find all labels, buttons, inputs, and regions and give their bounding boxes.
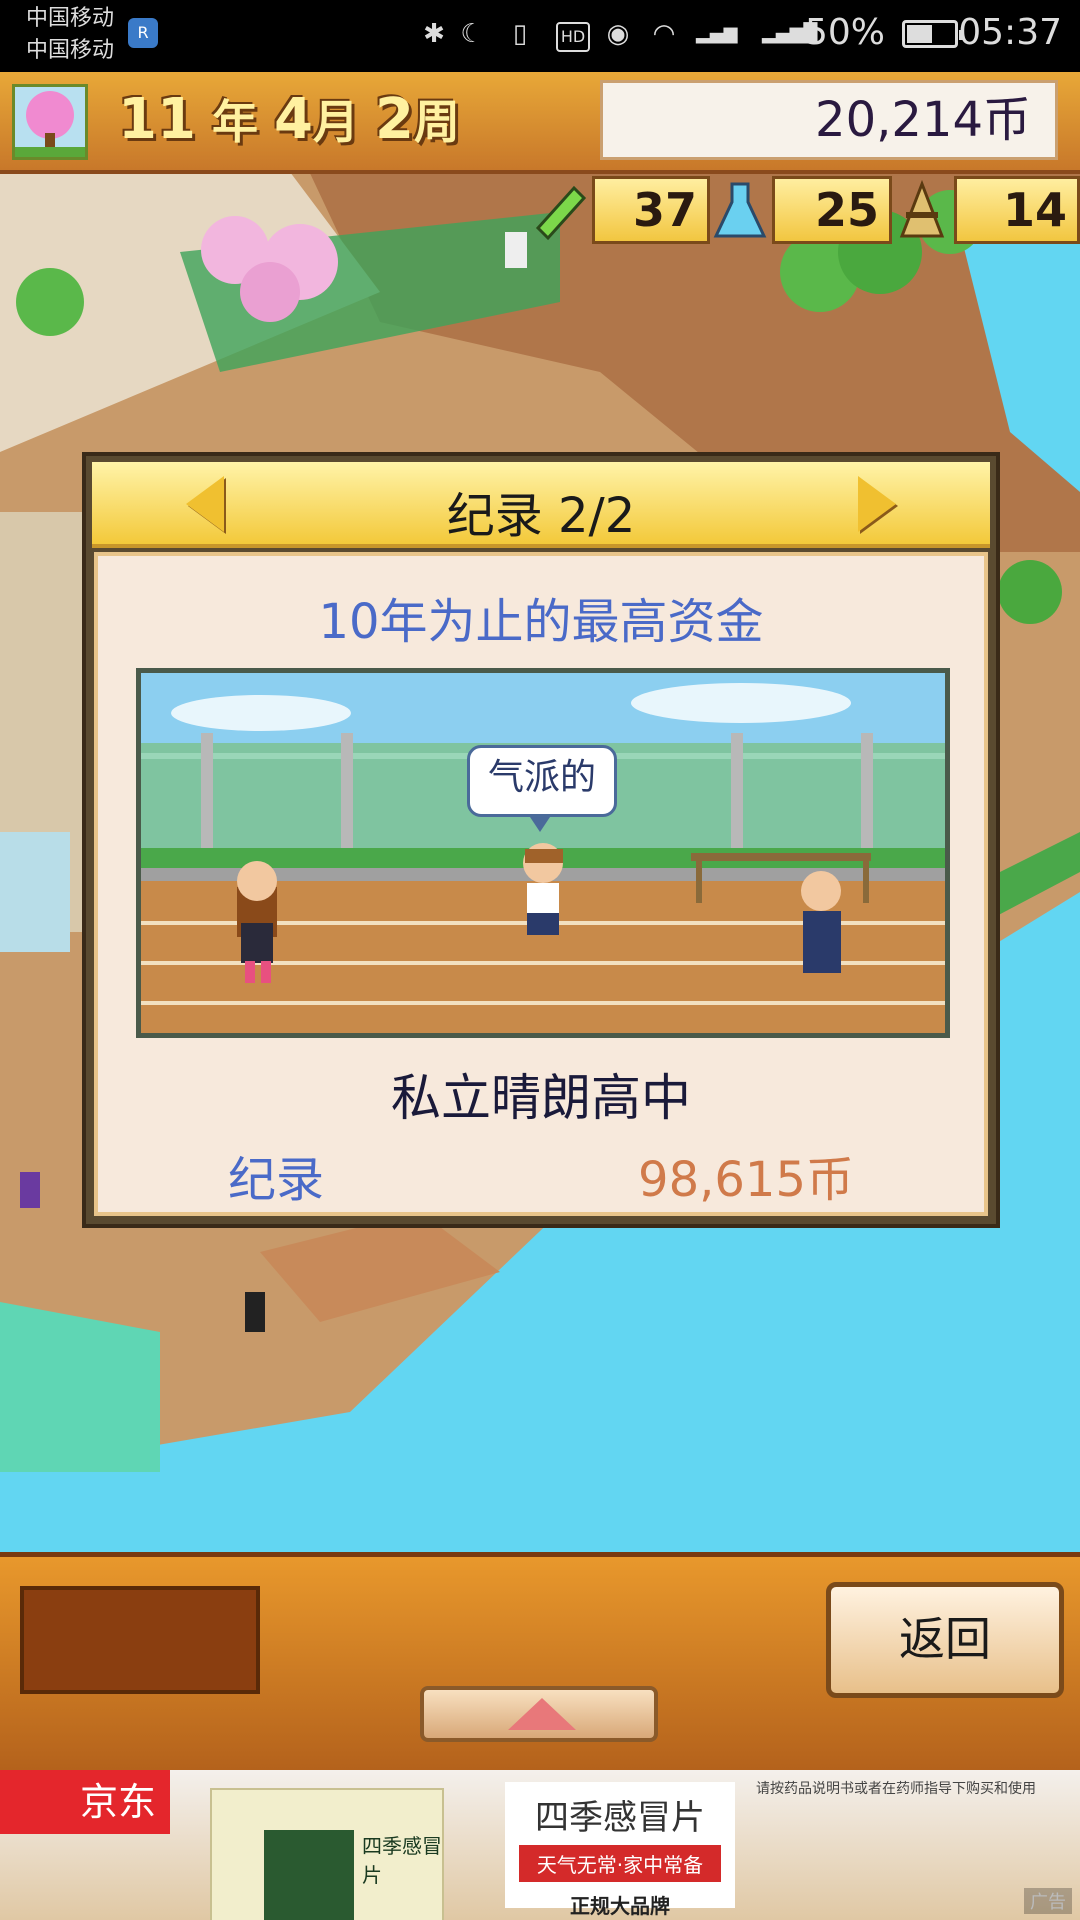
battery-fill — [907, 25, 932, 43]
speech-bubble: 气派的 — [467, 745, 617, 832]
cherry-tree-icon — [15, 91, 85, 157]
status-bar: 中国移动 中国移动 R ✱ ☾ ▯ HD ◉ ◠ ▂▄▆ ▂▄▆█ 50% 05… — [0, 0, 1080, 72]
year-label: 年 — [211, 95, 258, 149]
season-tree-icon — [12, 84, 88, 160]
wifi-icon: ◠ — [652, 19, 676, 49]
stat-cone-value: 14 — [954, 176, 1080, 244]
record-label: 纪录 — [228, 1152, 325, 1208]
resource-stats: 37 25 14 — [530, 176, 1080, 246]
year-value: 11 — [118, 87, 196, 152]
ad-product-box-title: 四季感冒片 — [362, 1834, 442, 1887]
vibrate-icon: ▯ — [512, 19, 528, 49]
eye-icon: ◉ — [606, 19, 630, 49]
scene-artwork — [141, 673, 945, 1033]
pencil-icon — [530, 178, 590, 242]
dialog-body: 10年为止的最高资金 气派的 私立晴朗高中 纪录 98,615币 — [94, 552, 988, 1216]
cone-icon — [892, 178, 952, 242]
record-dialog: 纪录 2/2 10年为止的最高资金 气派的 私立晴朗高中 纪录 98,615币 — [82, 452, 1000, 1228]
signal-4g-icon: ▂▄▆█ — [762, 23, 818, 44]
dialog-header: 纪录 2/2 — [92, 462, 990, 548]
ad-brand-logo[interactable]: 京东 — [0, 1770, 170, 1834]
ad-disclaimer: 请按药品说明书或者在药师指导下购买和使用 — [756, 1781, 1036, 1797]
ad-title: 四季感冒片 — [535, 1798, 705, 1838]
month-value: 4 — [273, 87, 313, 152]
ad-tagline: 正规大品牌 — [570, 1894, 670, 1918]
month-label: 月 — [312, 95, 359, 149]
hd-icon: HD — [556, 22, 590, 52]
carrier-label-1: 中国移动 — [26, 6, 115, 31]
school-name: 私立晴朗高中 — [391, 1069, 691, 1127]
back-button[interactable]: 返回 — [826, 1582, 1064, 1698]
carrier-label-2: 中国移动 — [26, 38, 115, 63]
dialog-title: 纪录 2/2 — [446, 488, 636, 544]
week-label: 周 — [413, 95, 460, 149]
bluetooth-icon: ✱ — [423, 19, 445, 49]
week-value: 2 — [374, 87, 414, 152]
app-notification-icon: R — [128, 18, 158, 48]
moon-icon: ☾ — [460, 19, 484, 49]
signal-2g-icon: ▂▄▆ — [696, 23, 738, 44]
record-subtitle: 10年为止的最高资金 — [318, 594, 764, 650]
ad-title-card: 四季感冒片 天气无常·家中常备 正规大品牌 — [505, 1782, 735, 1918]
money-display: 20,214币 — [600, 80, 1058, 160]
product-package-icon — [264, 1830, 354, 1920]
ad-banner[interactable]: 京东 四季感冒片 四季感冒片 天气无常·家中常备 正规大品牌 请按药品说明书或者… — [0, 1770, 1080, 1920]
ad-product-box-image: 四季感冒片 — [210, 1788, 444, 1920]
record-value: 98,615币 — [638, 1152, 854, 1208]
next-arrow-icon[interactable] — [858, 476, 896, 532]
battery-icon — [902, 20, 963, 48]
stat-pencil-value: 37 — [592, 176, 710, 244]
empty-slot — [20, 1586, 260, 1694]
flask-icon — [710, 178, 770, 242]
ad-label: 广告 — [1024, 1888, 1072, 1914]
up-arrow-icon — [508, 1698, 576, 1730]
battery-percent: 50% — [804, 12, 885, 53]
record-scene-image: 气派的 — [136, 668, 950, 1038]
game-date: 11 年 4月 2周 — [118, 86, 460, 156]
stat-flask-value: 25 — [772, 176, 892, 244]
clock: 05:37 — [958, 12, 1062, 53]
ad-slogan: 天气无常·家中常备 — [519, 1845, 721, 1882]
expand-up-button[interactable] — [420, 1686, 658, 1742]
